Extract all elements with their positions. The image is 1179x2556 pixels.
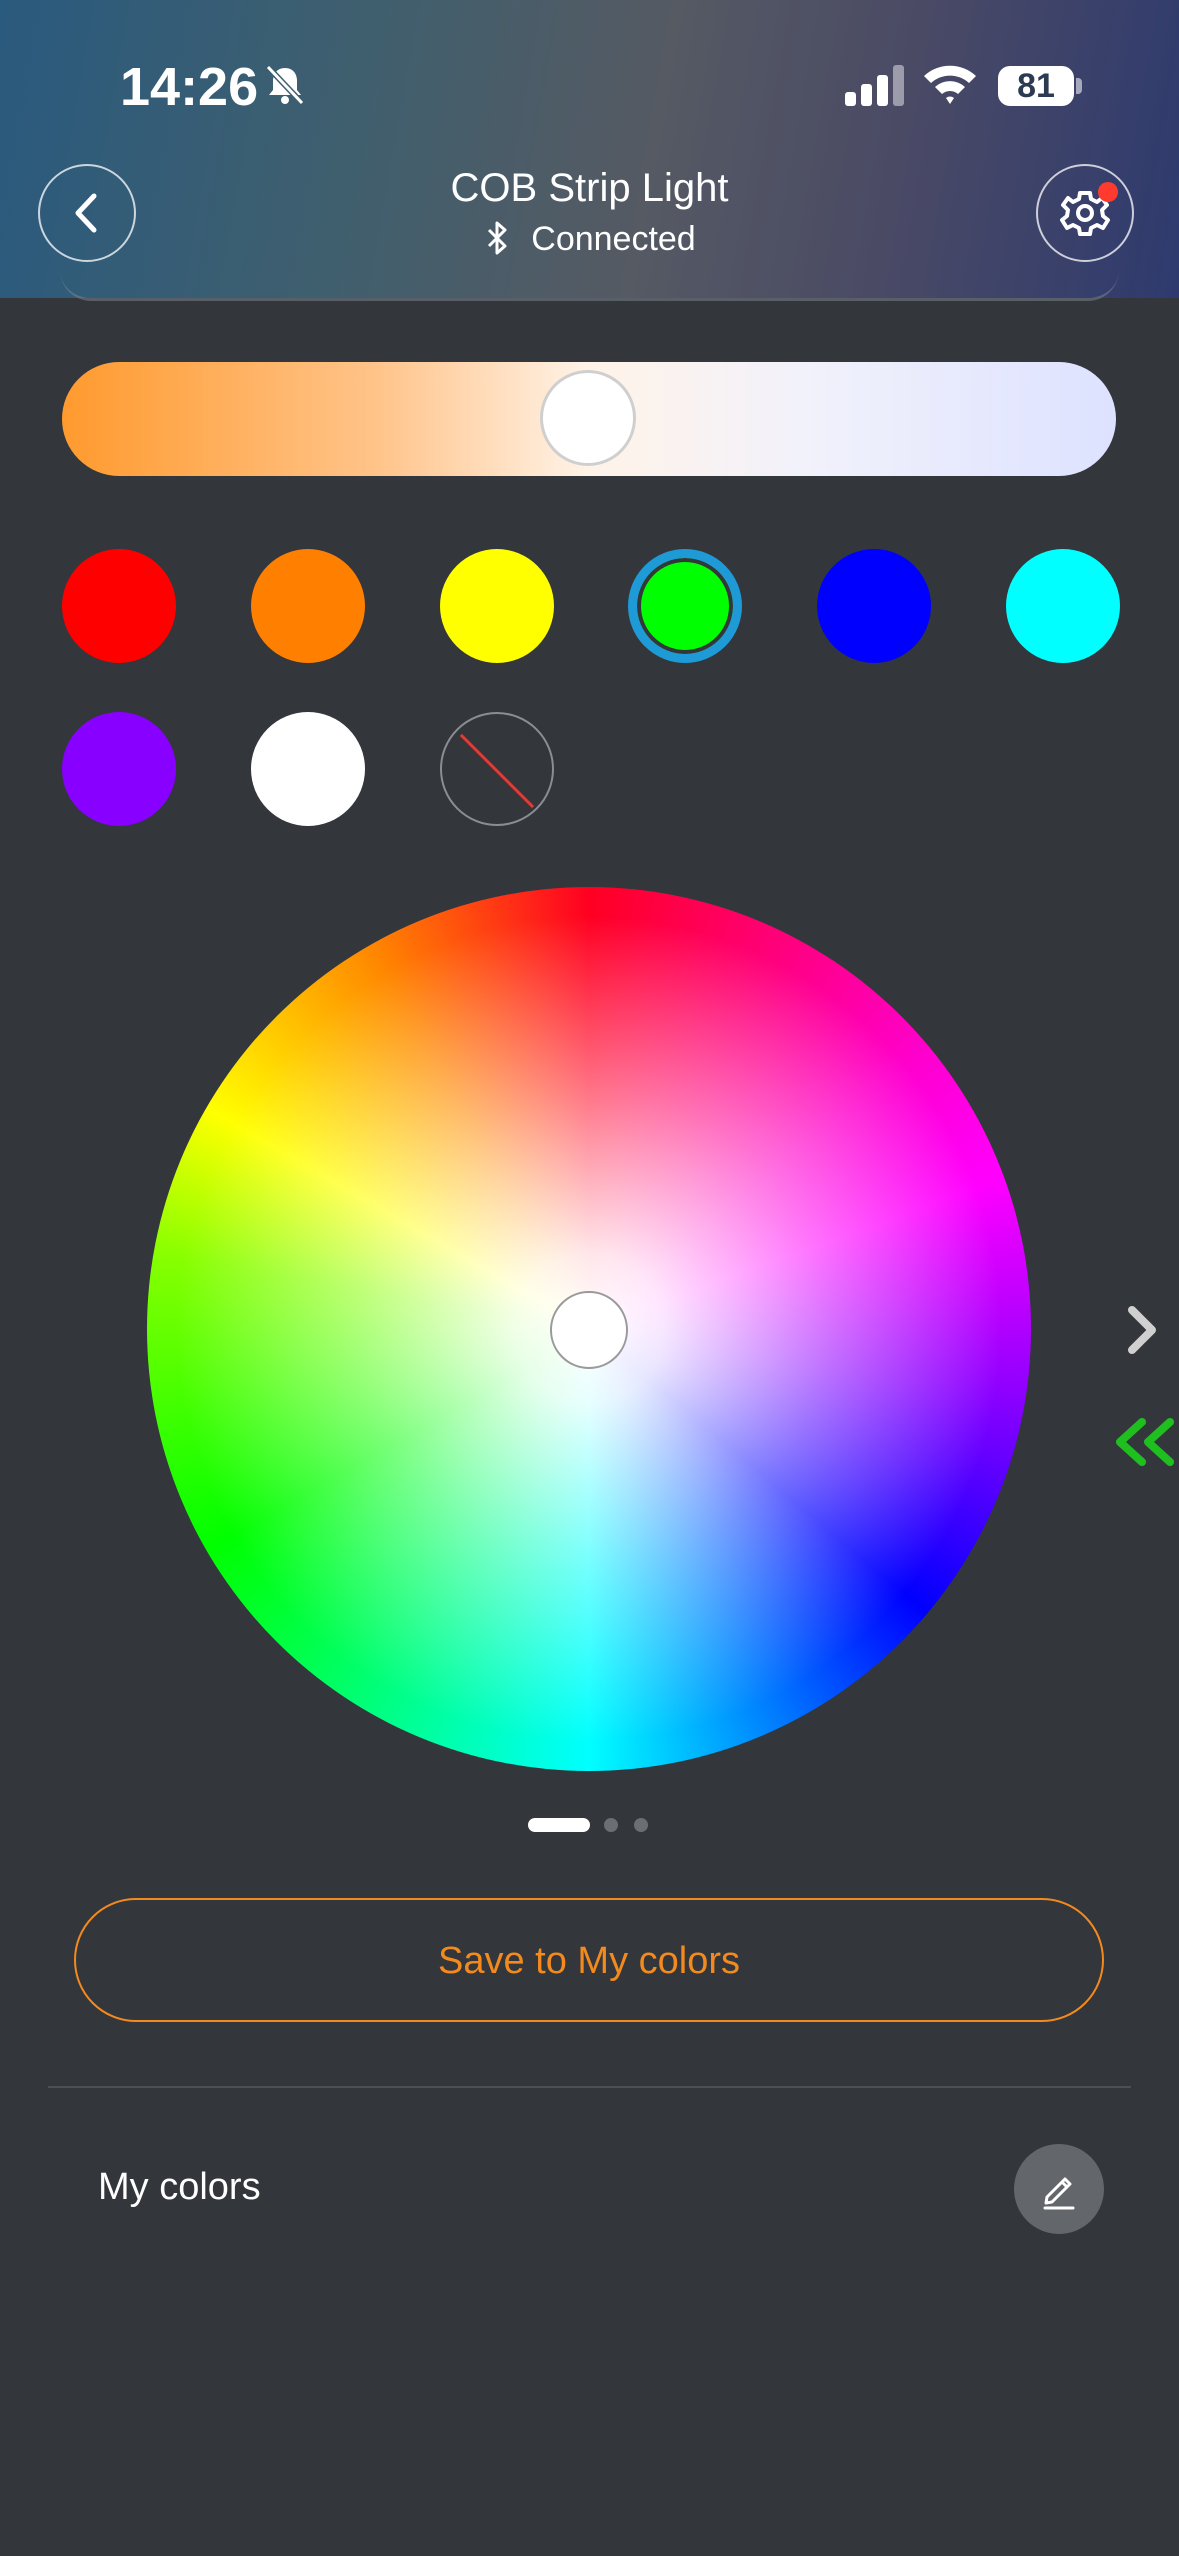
color-wheel-thumb[interactable] <box>550 1291 628 1369</box>
divider <box>48 2086 1131 2088</box>
pencil-icon <box>1043 2177 1075 2210</box>
wifi-icon <box>924 65 976 104</box>
bluetooth-icon <box>488 221 507 255</box>
chevron-right-icon[interactable] <box>1120 1302 1166 1358</box>
cellular-signal-icon <box>845 65 904 106</box>
preset-color-yellow[interactable] <box>440 549 554 663</box>
gear-icon <box>1060 191 1110 236</box>
preset-color-purple[interactable] <box>62 712 176 826</box>
preset-color-orange[interactable] <box>251 549 365 663</box>
notification-dot <box>1098 182 1118 202</box>
settings-button[interactable] <box>1036 164 1134 262</box>
preset-color-red[interactable] <box>62 549 176 663</box>
preset-color-green[interactable] <box>628 549 742 663</box>
connection-status: Connected <box>0 220 1179 259</box>
preset-color-blue[interactable] <box>817 549 931 663</box>
color-temperature-slider-thumb[interactable] <box>540 370 636 466</box>
battery-cap <box>1076 78 1082 94</box>
device-title: COB Strip Light <box>450 166 729 210</box>
bell-slash-icon <box>265 64 305 106</box>
connection-status-label: Connected <box>531 220 696 258</box>
status-time: 14:26 <box>120 57 259 117</box>
edit-my-colors-button[interactable] <box>1014 2144 1104 2234</box>
battery-icon: 81 <box>998 66 1074 106</box>
page-dot <box>604 1818 618 1832</box>
page-dot-active <box>528 1818 590 1832</box>
preset-color-none[interactable] <box>440 712 554 826</box>
my-colors-label: My colors <box>98 2166 261 2208</box>
save-to-my-colors-button[interactable]: Save to My colors <box>74 1898 1104 2022</box>
page-dot <box>634 1818 648 1832</box>
preset-color-cyan[interactable] <box>1006 549 1120 663</box>
double-chevron-left-icon[interactable] <box>1110 1414 1176 1470</box>
preset-color-white[interactable] <box>251 712 365 826</box>
header-curve <box>60 270 1119 301</box>
